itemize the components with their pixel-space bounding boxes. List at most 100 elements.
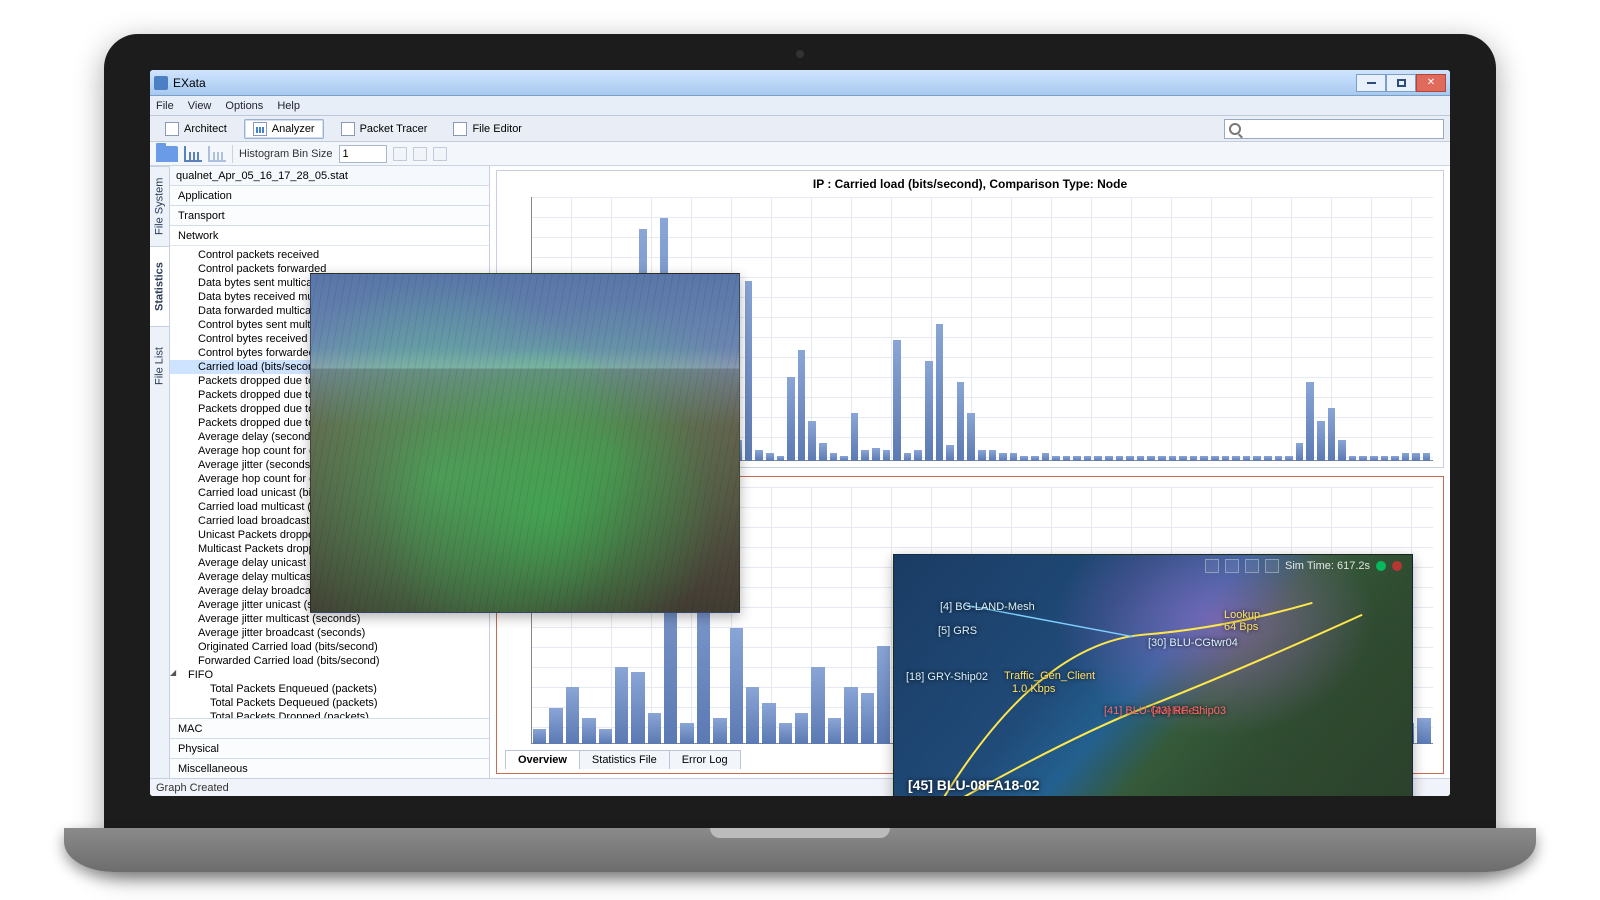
chart-bar: [844, 687, 857, 744]
map-label-bgland: [4] BG-LAND-Mesh: [940, 601, 1035, 613]
map-label-cg04: [30] BLU-CGtwr04: [1148, 637, 1238, 649]
open-file-row: qualnet_Apr_05_16_17_28_05.stat: [170, 166, 489, 186]
chart-bar: [1042, 453, 1050, 461]
scenario-city-overlay: [310, 273, 740, 613]
map-label-grship: [18] GRY-Ship02: [906, 671, 988, 683]
window-maximize-button[interactable]: [1386, 74, 1416, 92]
mode-analyzer-label: Analyzer: [272, 123, 315, 135]
menu-view[interactable]: View: [188, 100, 212, 112]
chart-bar: [936, 324, 944, 461]
open-folder-icon[interactable]: [156, 146, 178, 162]
menu-file[interactable]: File: [156, 100, 174, 112]
chart-bar: [1317, 421, 1325, 461]
chart-bar: [1417, 718, 1430, 744]
tree-item[interactable]: Forwarded Carried load (bits/second): [170, 654, 489, 668]
histogram-label: Histogram Bin Size: [239, 148, 333, 160]
chart-bar: [582, 718, 595, 744]
architect-icon: [165, 122, 179, 136]
chart-bar: [811, 667, 824, 744]
section-transport[interactable]: Transport: [170, 206, 489, 226]
toolbar-divider: [232, 145, 233, 163]
map-label-grs: [5] GRS: [938, 625, 977, 637]
chart-bar: [713, 718, 726, 744]
side-tab-statistics[interactable]: Statistics: [150, 246, 169, 326]
chart-bar: [766, 453, 774, 461]
chart-bar: [549, 708, 562, 744]
chart-bar: [1423, 453, 1431, 461]
laptop-mockup: EXata File View Options Help Architect A…: [104, 34, 1496, 866]
analyzer-toolbar: Histogram Bin Size: [150, 142, 1450, 166]
chart-bar: [819, 443, 827, 461]
toolbar-icon-2[interactable]: [413, 147, 427, 161]
chart-bar: [798, 350, 806, 461]
mode-packet-tracer[interactable]: Packet Tracer: [332, 119, 437, 139]
chart-bar: [851, 413, 859, 461]
section-application[interactable]: Application: [170, 186, 489, 206]
toolbar-icon-1[interactable]: [393, 147, 407, 161]
window-minimize-button[interactable]: [1356, 74, 1386, 92]
chart-bar: [1010, 453, 1018, 461]
chart-bar: [872, 448, 880, 461]
chart-bar: [746, 687, 759, 744]
packet-tracer-icon: [341, 122, 355, 136]
side-tabs: File System Statistics File List: [150, 166, 170, 778]
laptop-notch: [710, 828, 890, 838]
histogram-bin-size-input[interactable]: [339, 145, 387, 163]
section-physical[interactable]: Physical: [170, 738, 489, 758]
section-network[interactable]: Network: [170, 226, 489, 246]
search-box[interactable]: [1224, 119, 1444, 139]
chart-bar: [1328, 408, 1336, 461]
chart-bar: [1306, 382, 1314, 461]
chart-bar: [989, 450, 997, 461]
tree-item[interactable]: Average jitter multicast (seconds): [170, 612, 489, 626]
tab-statistics-file[interactable]: Statistics File: [579, 750, 670, 769]
chart-bar: [904, 453, 912, 461]
tree-item[interactable]: Control packets received: [170, 248, 489, 262]
chart-bar: [762, 703, 775, 744]
tree-group-fifo[interactable]: FIFO: [170, 668, 489, 682]
laptop-base: [64, 828, 1536, 872]
window-title: EXata: [173, 76, 1351, 90]
tab-error-log[interactable]: Error Log: [669, 750, 741, 769]
mode-file-editor[interactable]: File Editor: [444, 119, 531, 139]
mode-architect-label: Architect: [184, 123, 227, 135]
tree-item[interactable]: Total Packets Enqueued (packets): [170, 682, 489, 696]
side-tab-file-system[interactable]: File System: [150, 166, 169, 246]
mode-architect[interactable]: Architect: [156, 119, 236, 139]
map-label-rf: [43] RF-Ship03: [1152, 705, 1226, 717]
map-label-lookup: Lookup: [1224, 609, 1260, 621]
mode-file-editor-label: File Editor: [472, 123, 522, 135]
analyzer-icon: [253, 122, 267, 136]
chart-bar: [861, 450, 869, 461]
section-misc[interactable]: Miscellaneous: [170, 758, 489, 778]
chart-bar: [830, 453, 838, 461]
plot-icon[interactable]: [184, 146, 202, 162]
chart-bar: [925, 361, 933, 461]
chart-bar: [946, 445, 954, 461]
chart-bar: [1338, 440, 1346, 461]
chart-bar: [978, 450, 986, 461]
menu-help[interactable]: Help: [277, 100, 300, 112]
mode-analyzer[interactable]: Analyzer: [244, 119, 324, 139]
chart-bar: [1402, 453, 1410, 461]
window-close-button[interactable]: [1416, 74, 1446, 92]
map-label-main: [45] BLU-08FA18-02: [908, 777, 1040, 793]
search-input[interactable]: [1245, 123, 1439, 135]
section-mac[interactable]: MAC: [170, 718, 489, 738]
chart-bar: [755, 450, 763, 461]
mode-toolbar: Architect Analyzer Packet Tracer File Ed…: [150, 116, 1450, 142]
laptop-camera: [796, 50, 804, 58]
chart-bar: [883, 450, 891, 461]
chart-bar: [893, 340, 901, 461]
menu-options[interactable]: Options: [225, 100, 263, 112]
tab-overview[interactable]: Overview: [505, 750, 580, 769]
chart-bar: [533, 729, 546, 744]
chart-bar: [615, 667, 628, 744]
chart-bar: [828, 718, 841, 744]
tree-item[interactable]: Originated Carried load (bits/second): [170, 640, 489, 654]
toolbar-icon-3[interactable]: [433, 147, 447, 161]
tree-item[interactable]: Total Packets Dropped (packets): [170, 710, 489, 718]
tree-item[interactable]: Total Packets Dequeued (packets): [170, 696, 489, 710]
tree-item[interactable]: Average jitter broadcast (seconds): [170, 626, 489, 640]
side-tab-file-list[interactable]: File List: [150, 326, 169, 406]
